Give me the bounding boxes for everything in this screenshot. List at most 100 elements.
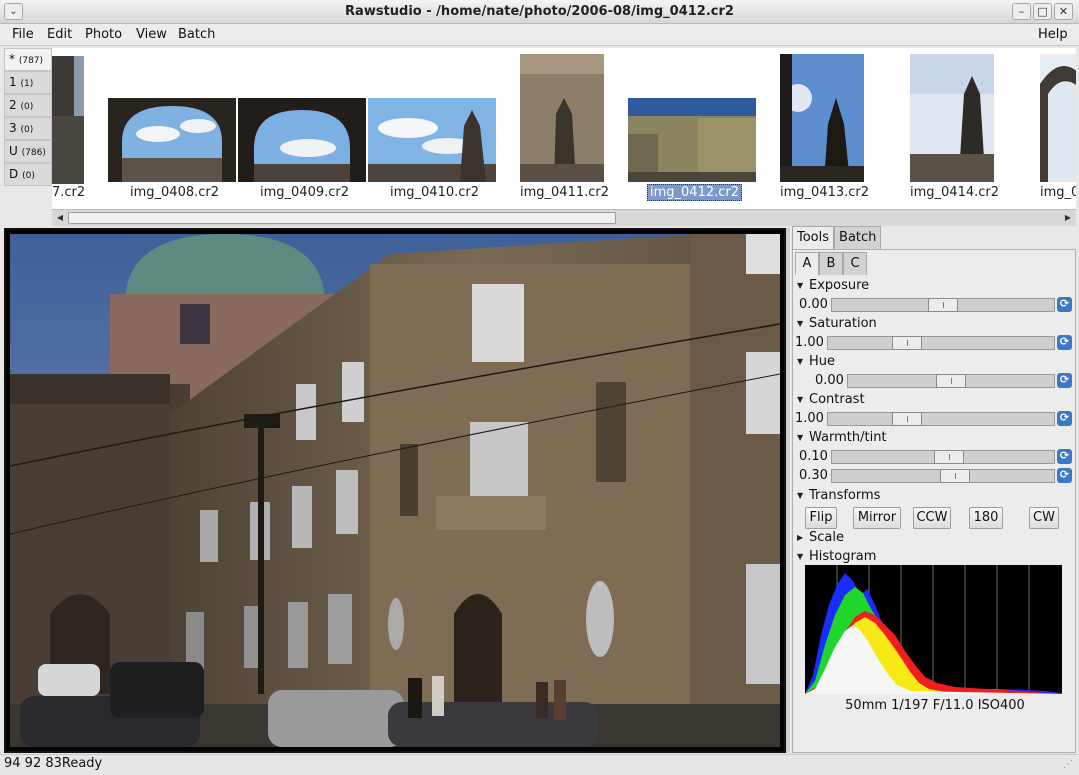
thumbnail-label: img_0413.cr2 bbox=[780, 185, 870, 200]
scale-label: Scale bbox=[809, 530, 844, 545]
photo-preview[interactable] bbox=[4, 228, 786, 753]
triangle-down-icon: ▼ bbox=[797, 281, 804, 290]
hue-value: 0.00 bbox=[815, 373, 844, 388]
exposure-slider[interactable] bbox=[831, 298, 1055, 312]
contrast-label: Contrast bbox=[809, 392, 865, 407]
menu-photo[interactable]: Photo bbox=[85, 27, 122, 42]
filter-count: (0) bbox=[20, 125, 34, 135]
resize-grip-icon[interactable]: ⋰ bbox=[1063, 759, 1075, 771]
scale-expander[interactable]: ▶ Scale bbox=[797, 530, 844, 545]
filter-key: 3 bbox=[9, 121, 17, 135]
filter-2[interactable]: 2 (0) bbox=[4, 94, 52, 117]
saturation-slider-thumb[interactable] bbox=[892, 336, 922, 350]
filter-unprioritized[interactable]: U (786) bbox=[4, 140, 52, 163]
rotate-180-button[interactable]: 180 bbox=[969, 507, 1003, 529]
scroll-thumb[interactable] bbox=[68, 212, 616, 224]
flip-button[interactable]: Flip bbox=[805, 507, 837, 529]
tab-batch[interactable]: Batch bbox=[834, 226, 882, 249]
thumbnail-image bbox=[52, 56, 84, 184]
thumbnail-image bbox=[780, 54, 864, 182]
histogram-expander[interactable]: ▼ Histogram bbox=[797, 549, 876, 564]
transforms-expander[interactable]: ▼ Transforms bbox=[797, 488, 880, 503]
warmth-slider-thumb[interactable] bbox=[934, 450, 964, 464]
menu-edit[interactable]: Edit bbox=[47, 27, 72, 42]
saturation-slider[interactable] bbox=[827, 336, 1055, 350]
filter-count: (0) bbox=[20, 102, 34, 112]
scroll-left-icon[interactable]: ◀ bbox=[53, 211, 67, 225]
menu-batch[interactable]: Batch bbox=[178, 27, 215, 42]
filter-deleted[interactable]: D (0) bbox=[4, 163, 52, 186]
exif-info: 50mm 1/197 F/11.0 ISO400 bbox=[845, 698, 1025, 713]
thumbnail-label: img_0411.cr2 bbox=[520, 185, 610, 200]
filter-1[interactable]: 1 (1) bbox=[4, 71, 52, 94]
menu-view[interactable]: View bbox=[136, 27, 167, 42]
thumbnail-scrollbar[interactable]: ◀ ▶ bbox=[52, 209, 1076, 226]
thumbnail-image bbox=[238, 98, 366, 182]
hue-expander[interactable]: ▼ Hue bbox=[797, 354, 835, 369]
rotate-cw-button[interactable]: CW bbox=[1029, 507, 1059, 529]
scroll-right-icon[interactable]: ▶ bbox=[1061, 211, 1075, 225]
saturation-expander[interactable]: ▼ Saturation bbox=[797, 316, 877, 331]
triangle-down-icon: ▼ bbox=[797, 552, 804, 561]
status-bar: 94 92 83Ready ⋰ bbox=[0, 754, 1079, 775]
thumbnail-label: img_0409.cr2 bbox=[260, 185, 350, 200]
status-text: 94 92 83Ready bbox=[4, 756, 102, 771]
hue-reset-icon[interactable]: ⟳ bbox=[1057, 373, 1072, 388]
contrast-reset-icon[interactable]: ⟳ bbox=[1057, 411, 1072, 426]
saturation-reset-icon[interactable]: ⟳ bbox=[1057, 335, 1072, 350]
scroll-trough[interactable] bbox=[68, 212, 1060, 224]
thumbnail-strip: 7.cr2 img_0408.cr2 img_0409.cr2 img_0410… bbox=[52, 48, 1076, 209]
close-icon[interactable]: ✕ bbox=[1054, 3, 1073, 20]
hue-label: Hue bbox=[809, 354, 836, 369]
contrast-slider[interactable] bbox=[827, 412, 1055, 426]
minimize-icon[interactable]: – bbox=[1012, 3, 1031, 20]
triangle-right-icon: ▶ bbox=[797, 533, 804, 542]
warmth-tint-label: Warmth/tint bbox=[809, 430, 887, 445]
tab-snapshot-c[interactable]: C bbox=[843, 252, 867, 275]
filter-key: 1 bbox=[9, 75, 17, 89]
tab-tools[interactable]: Tools bbox=[792, 226, 835, 249]
mirror-button[interactable]: Mirror bbox=[853, 507, 901, 529]
filter-3[interactable]: 3 (0) bbox=[4, 117, 52, 140]
exposure-slider-thumb[interactable] bbox=[928, 298, 958, 312]
tint-slider-thumb[interactable] bbox=[940, 469, 970, 483]
contrast-expander[interactable]: ▼ Contrast bbox=[797, 392, 865, 407]
warmth-slider[interactable] bbox=[831, 450, 1055, 464]
exposure-reset-icon[interactable]: ⟳ bbox=[1057, 297, 1072, 312]
filter-all[interactable]: * (787) bbox=[4, 48, 52, 71]
tint-reset-icon[interactable]: ⟳ bbox=[1057, 468, 1072, 483]
maximize-icon[interactable]: □ bbox=[1033, 3, 1052, 20]
warmth-reset-icon[interactable]: ⟳ bbox=[1057, 449, 1072, 464]
filter-count: (787) bbox=[18, 56, 44, 66]
contrast-slider-thumb[interactable] bbox=[892, 412, 922, 426]
exposure-label: Exposure bbox=[809, 278, 870, 293]
exposure-expander[interactable]: ▼ Exposure bbox=[797, 278, 869, 293]
menu-file[interactable]: File bbox=[12, 27, 34, 42]
thumbnail-label: img_0410.cr2 bbox=[390, 185, 480, 200]
triangle-down-icon: ▼ bbox=[797, 319, 804, 328]
thumbnail-image bbox=[108, 98, 236, 182]
thumbnail-image bbox=[628, 98, 756, 182]
transforms-label: Transforms bbox=[809, 488, 881, 503]
preview-splitter[interactable] bbox=[786, 228, 790, 753]
tab-snapshot-b[interactable]: B bbox=[819, 252, 843, 275]
filter-key: D bbox=[9, 167, 19, 181]
warmth-tint-expander[interactable]: ▼ Warmth/tint bbox=[797, 430, 887, 445]
triangle-down-icon: ▼ bbox=[797, 395, 804, 404]
preview-image bbox=[10, 234, 780, 747]
thumbnail-label: img_0 bbox=[1040, 185, 1076, 200]
warmth-value: 0.10 bbox=[799, 449, 828, 464]
hue-slider-thumb[interactable] bbox=[936, 374, 966, 388]
tint-slider[interactable] bbox=[831, 469, 1055, 483]
filter-count: (0) bbox=[22, 171, 35, 181]
filter-key: * bbox=[9, 52, 15, 66]
thumbnail-label: img_0408.cr2 bbox=[130, 185, 220, 200]
tab-snapshot-a[interactable]: A bbox=[795, 252, 819, 275]
rotate-ccw-button[interactable]: CCW bbox=[913, 507, 951, 529]
hue-slider[interactable] bbox=[847, 374, 1055, 388]
thumbnail-image bbox=[910, 54, 994, 182]
settings-snapshot-tabs: A B C bbox=[795, 252, 867, 275]
menu-help[interactable]: Help bbox=[1038, 27, 1068, 42]
title-bar: ⌄ Rawstudio - /home/nate/photo/2006-08/i… bbox=[0, 0, 1079, 24]
triangle-down-icon: ▼ bbox=[797, 357, 804, 366]
